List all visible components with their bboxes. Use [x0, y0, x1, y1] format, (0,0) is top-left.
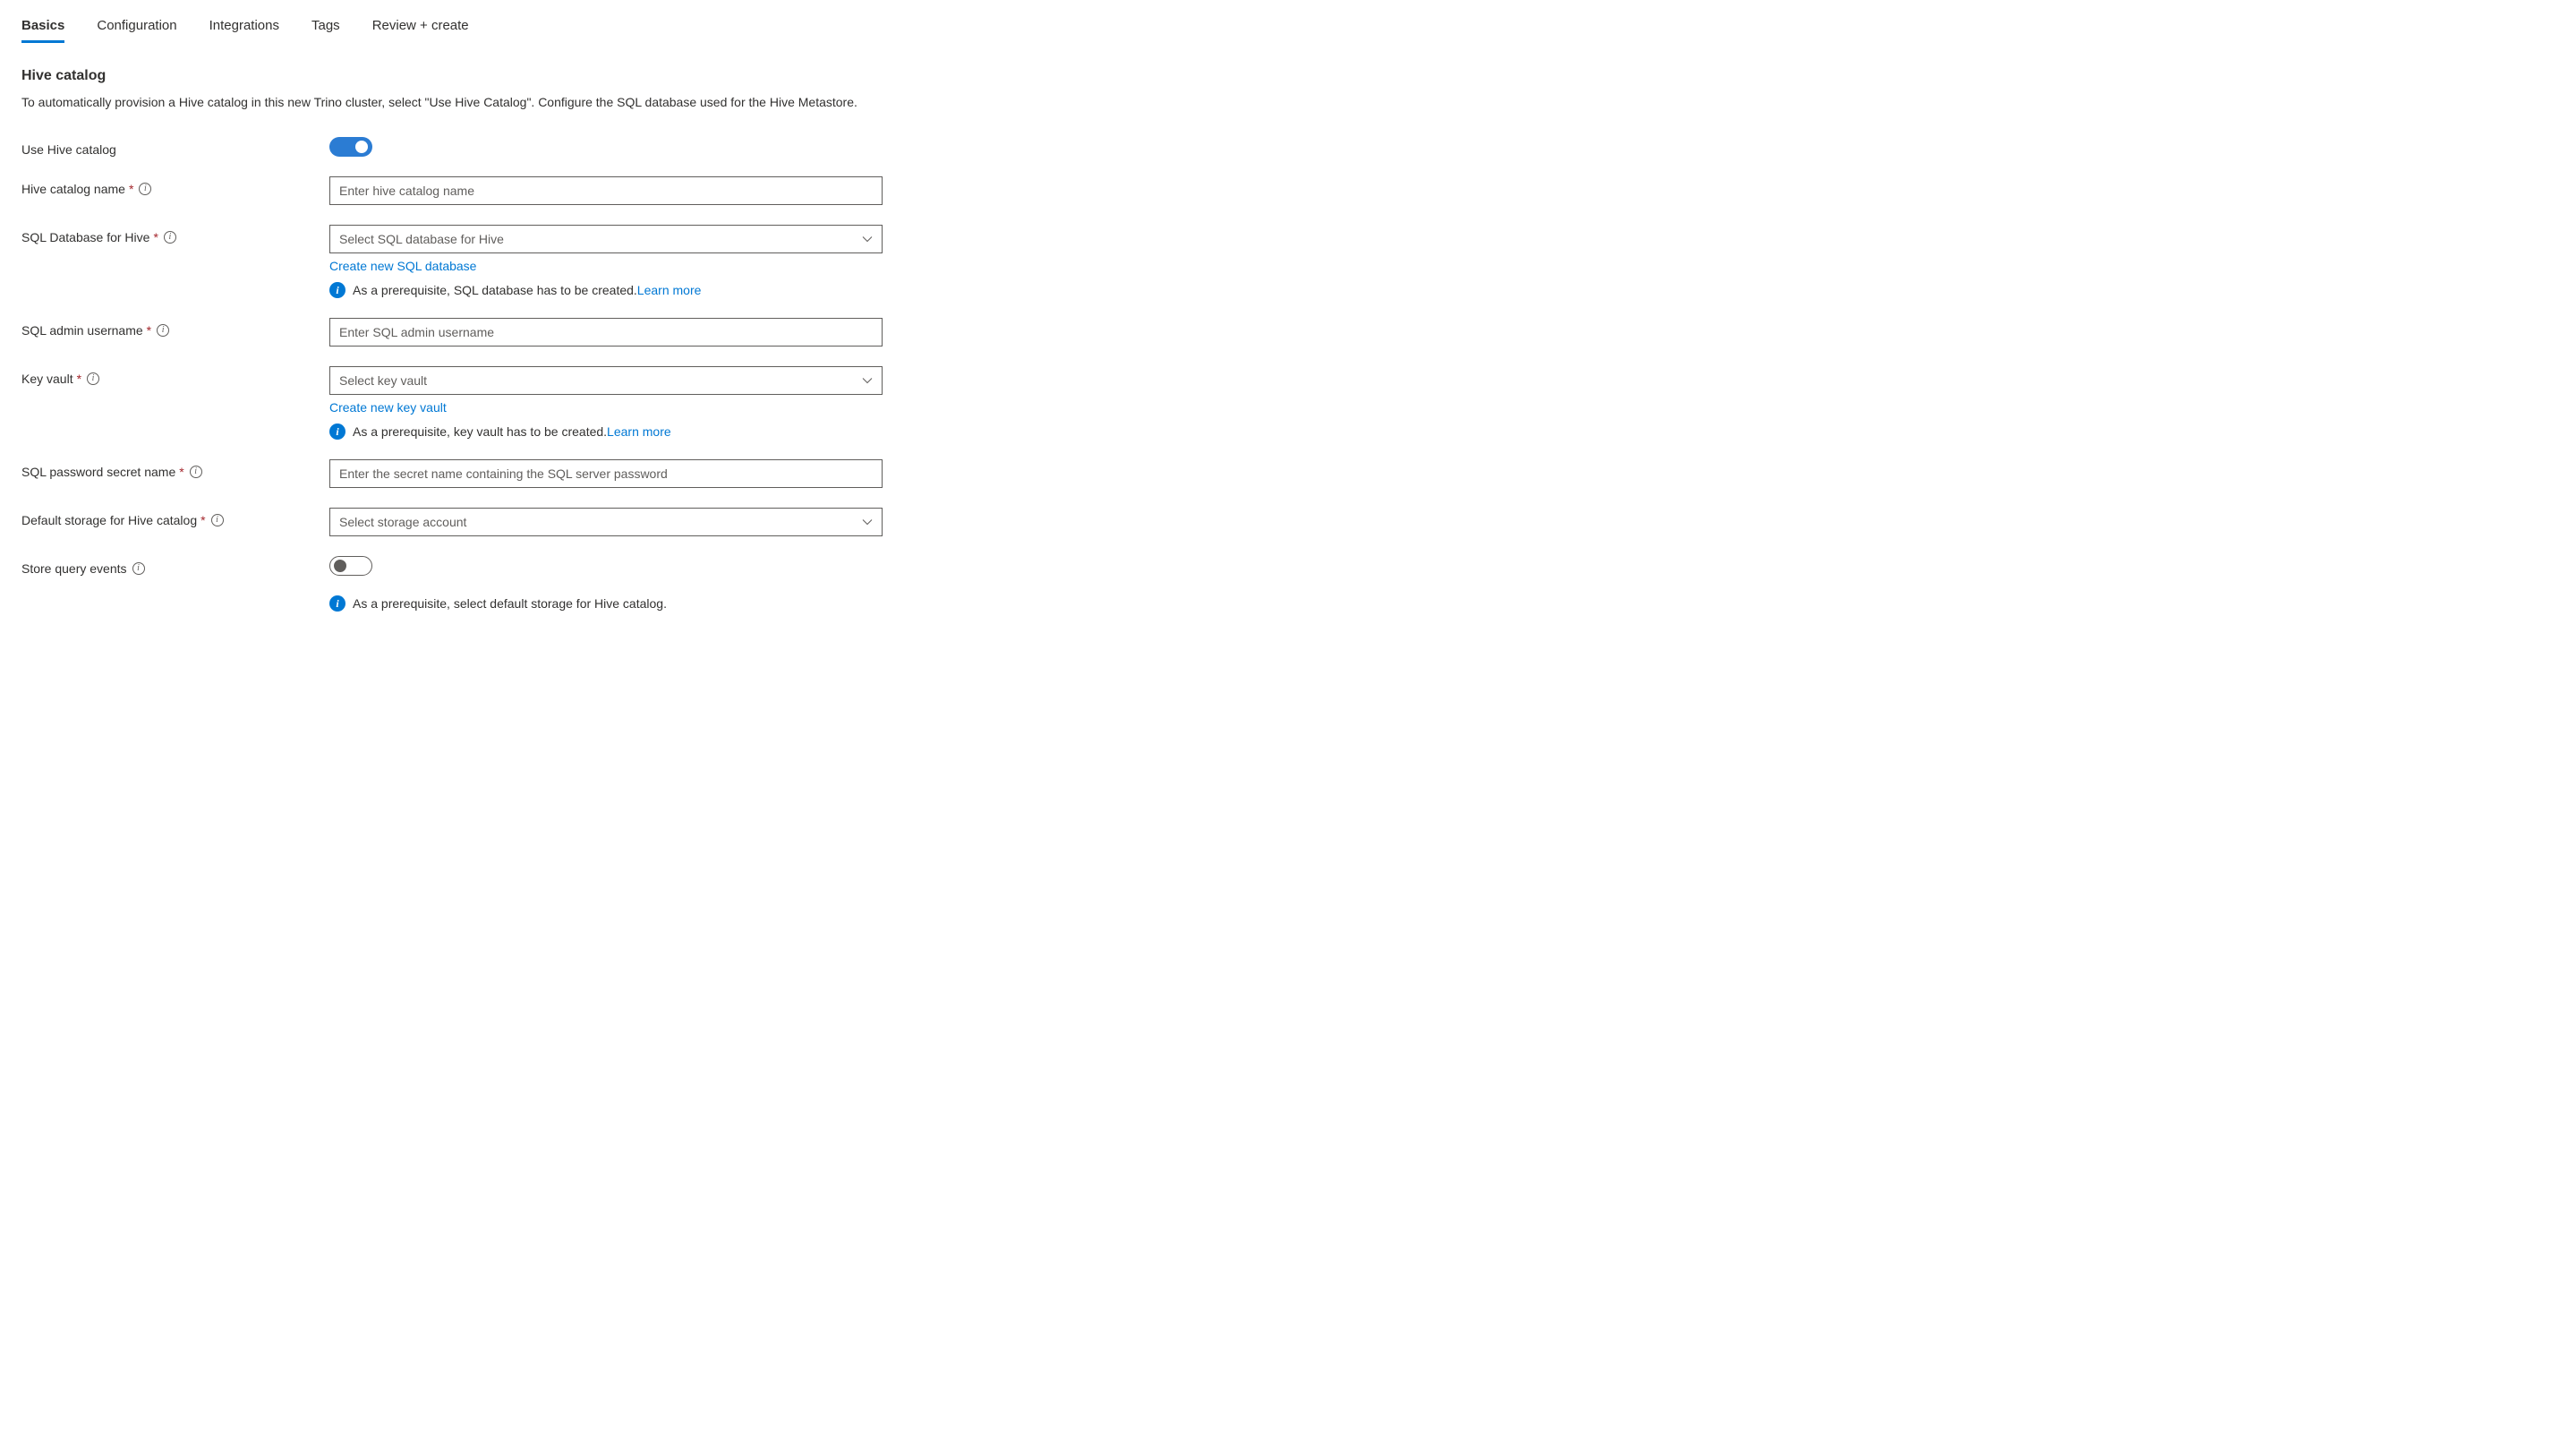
required-indicator: * [153, 230, 158, 244]
tab-basics[interactable]: Basics [21, 18, 64, 43]
section-description: To automatically provision a Hive catalo… [21, 93, 881, 112]
input-hive-catalog-name[interactable] [329, 176, 883, 205]
chevron-down-icon [862, 234, 873, 244]
info-badge-icon: i [329, 282, 345, 298]
label-use-hive-catalog: Use Hive catalog [21, 142, 116, 157]
chevron-down-icon [862, 375, 873, 386]
required-indicator: * [147, 323, 151, 338]
label-store-query-events: Store query events [21, 561, 127, 576]
select-key-vault-placeholder: Select key vault [339, 373, 427, 388]
info-icon[interactable]: i [157, 324, 169, 337]
chevron-down-icon [862, 517, 873, 527]
info-icon[interactable]: i [190, 466, 202, 478]
select-default-storage[interactable]: Select storage account [329, 508, 883, 536]
label-default-storage: Default storage for Hive catalog [21, 513, 197, 527]
info-icon[interactable]: i [87, 372, 99, 385]
section-title: Hive catalog [21, 68, 2555, 84]
select-default-storage-placeholder: Select storage account [339, 515, 466, 529]
info-storage-prerequisite: As a prerequisite, select default storag… [353, 596, 667, 611]
input-sql-admin-username[interactable] [329, 318, 883, 347]
info-sql-prerequisite: As a prerequisite, SQL database has to b… [353, 283, 637, 297]
toggle-store-query-events[interactable] [329, 556, 372, 576]
info-key-vault-prerequisite: As a prerequisite, key vault has to be c… [353, 424, 607, 439]
toggle-use-hive-catalog[interactable] [329, 137, 372, 157]
wizard-tabs: Basics Configuration Integrations Tags R… [21, 18, 2555, 43]
info-icon[interactable]: i [164, 231, 176, 244]
info-icon[interactable]: i [132, 562, 145, 575]
link-learn-more-sql[interactable]: Learn more [637, 283, 702, 297]
label-sql-password-secret: SQL password secret name [21, 465, 175, 479]
select-sql-database[interactable]: Select SQL database for Hive [329, 225, 883, 253]
input-sql-password-secret[interactable] [329, 459, 883, 488]
tab-configuration[interactable]: Configuration [97, 18, 176, 43]
link-learn-more-kv[interactable]: Learn more [607, 424, 671, 439]
required-indicator: * [179, 465, 183, 479]
tab-integrations[interactable]: Integrations [209, 18, 279, 43]
label-hive-catalog-name: Hive catalog name [21, 182, 125, 196]
info-badge-icon: i [329, 595, 345, 612]
link-create-key-vault[interactable]: Create new key vault [329, 400, 447, 415]
select-key-vault[interactable]: Select key vault [329, 366, 883, 395]
info-icon[interactable]: i [211, 514, 224, 526]
label-key-vault: Key vault [21, 372, 73, 386]
info-icon[interactable]: i [139, 183, 151, 195]
required-indicator: * [129, 182, 133, 196]
tab-review-create[interactable]: Review + create [372, 18, 469, 43]
info-badge-icon: i [329, 424, 345, 440]
label-sql-admin-username: SQL admin username [21, 323, 143, 338]
required-indicator: * [200, 513, 205, 527]
select-sql-database-placeholder: Select SQL database for Hive [339, 232, 504, 246]
tab-tags[interactable]: Tags [311, 18, 340, 43]
link-create-sql-database[interactable]: Create new SQL database [329, 259, 476, 273]
label-sql-database: SQL Database for Hive [21, 230, 149, 244]
required-indicator: * [77, 372, 81, 386]
